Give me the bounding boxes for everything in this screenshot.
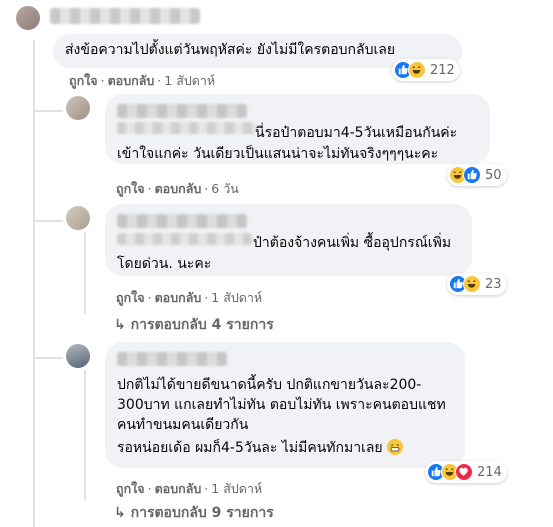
blurred-username xyxy=(117,104,247,118)
reply-link[interactable]: ตอบกลับ xyxy=(108,73,155,88)
thread-line-reply xyxy=(84,232,86,314)
timestamp[interactable]: 6 วัน xyxy=(211,181,239,196)
like-link[interactable]: ถูกใจ xyxy=(116,181,145,196)
replies-label: การตอบกลับ 9 รายการ xyxy=(130,505,274,521)
reaction-summary[interactable]: 23 xyxy=(447,273,507,295)
avatar[interactable] xyxy=(66,96,90,120)
comment-text-line: นี่รอป๋าตอบมา4-5วันเหมือนกันค่ะ xyxy=(255,125,458,141)
thread-branch xyxy=(33,110,63,112)
grin-emoji-icon xyxy=(387,439,404,455)
avatar[interactable] xyxy=(66,344,90,368)
avatar[interactable] xyxy=(16,6,40,30)
reaction-count: 23 xyxy=(485,276,502,292)
thread-branch xyxy=(33,220,63,222)
like-link[interactable]: ถูกใจ xyxy=(69,73,98,88)
comment-text-line: 300บาท แกเลยทำไม่ทัน ตอบไม่ทัน เพราะคนตอ… xyxy=(117,397,446,413)
reply-link[interactable]: ตอบกลับ xyxy=(155,181,202,196)
haha-icon xyxy=(408,61,426,79)
blurred-username xyxy=(117,214,247,228)
blurred-username xyxy=(117,352,227,366)
timestamp[interactable]: 1 สัปดาห์ xyxy=(211,481,262,496)
comment-bubble: ป๋าต้องจ้างคนเพิ่ม ซื้ออุปกรณ์เพิ่ม โดยด… xyxy=(105,204,472,276)
like-link[interactable]: ถูกใจ xyxy=(116,290,145,305)
blurred-mention xyxy=(117,233,252,245)
blurred-username xyxy=(50,8,200,24)
comment-bubble: ปกติไม่ได้ขายดีขนาดนี้ครับ ปกติแกขายวันล… xyxy=(105,342,465,468)
timestamp[interactable]: 1 สัปดาห์ xyxy=(211,290,262,305)
comment-actions: ถูกใจ · ตอบกลับ · 1 สัปดาห์ xyxy=(69,73,216,88)
reaction-count: 212 xyxy=(430,62,455,78)
comment-bubble: นี่รอป๋าตอบมา4-5วันเหมือนกันค่ะ เข้าใจแก… xyxy=(105,94,490,164)
thread-line-main xyxy=(33,40,35,527)
comment-actions: ถูกใจ · ตอบกลับ · 6 วัน xyxy=(116,181,239,196)
reply-link[interactable]: ตอบกลับ xyxy=(155,481,202,496)
comment-actions: ถูกใจ · ตอบกลับ · 1 สัปดาห์ xyxy=(116,290,263,305)
reaction-summary[interactable]: 214 xyxy=(425,461,507,483)
view-replies-link[interactable]: ↳ การตอบกลับ 9 รายการ xyxy=(114,502,274,524)
comment-text-line: โดยด่วน. นะคะ xyxy=(117,256,212,272)
like-icon xyxy=(463,166,481,184)
love-icon xyxy=(455,463,473,481)
comment-text: ส่งข้อความไปตั้งแต่วันพฤหัสค่ะ ยังไม่มีใ… xyxy=(65,42,396,58)
reply-arrow-icon: ↳ xyxy=(114,317,126,333)
like-link[interactable]: ถูกใจ xyxy=(116,481,145,496)
timestamp[interactable]: 1 สัปดาห์ xyxy=(164,73,215,88)
reaction-count: 214 xyxy=(477,464,502,480)
reaction-summary[interactable]: 50 xyxy=(447,164,507,186)
view-replies-link[interactable]: ↳ การตอบกลับ 4 รายการ xyxy=(114,314,274,336)
comment-text-line: ป๋าต้องจ้างคนเพิ่ม ซื้ออุปกรณ์เพิ่ม xyxy=(253,235,452,251)
comment-text-line: คนทำขนมคนเดียวกัน xyxy=(117,417,249,433)
reply-arrow-icon: ↳ xyxy=(114,505,126,521)
haha-icon xyxy=(463,275,481,293)
thread-line-reply xyxy=(84,370,86,500)
reply-link[interactable]: ตอบกลับ xyxy=(155,290,202,305)
blurred-mention xyxy=(117,122,257,134)
reaction-count: 50 xyxy=(485,167,502,183)
comment-actions: ถูกใจ · ตอบกลับ · 1 สัปดาห์ xyxy=(116,481,263,496)
comment-text-line: ปกติไม่ได้ขายดีขนาดนี้ครับ ปกติแกขายวันล… xyxy=(117,377,422,393)
comment-text-line: เข้าใจแกค่ะ วันเดียวเป็นแสนน่าจะไม่ทันจร… xyxy=(117,146,439,162)
thread-branch xyxy=(33,357,63,359)
reaction-summary[interactable]: 212 xyxy=(392,59,460,81)
comment-text-line: รอหน่อยเด้อ ผมก็4-5วันละ ไม่มีคนทักมาเลย xyxy=(117,440,383,456)
avatar[interactable] xyxy=(66,206,90,230)
replies-label: การตอบกลับ 4 รายการ xyxy=(130,317,274,333)
